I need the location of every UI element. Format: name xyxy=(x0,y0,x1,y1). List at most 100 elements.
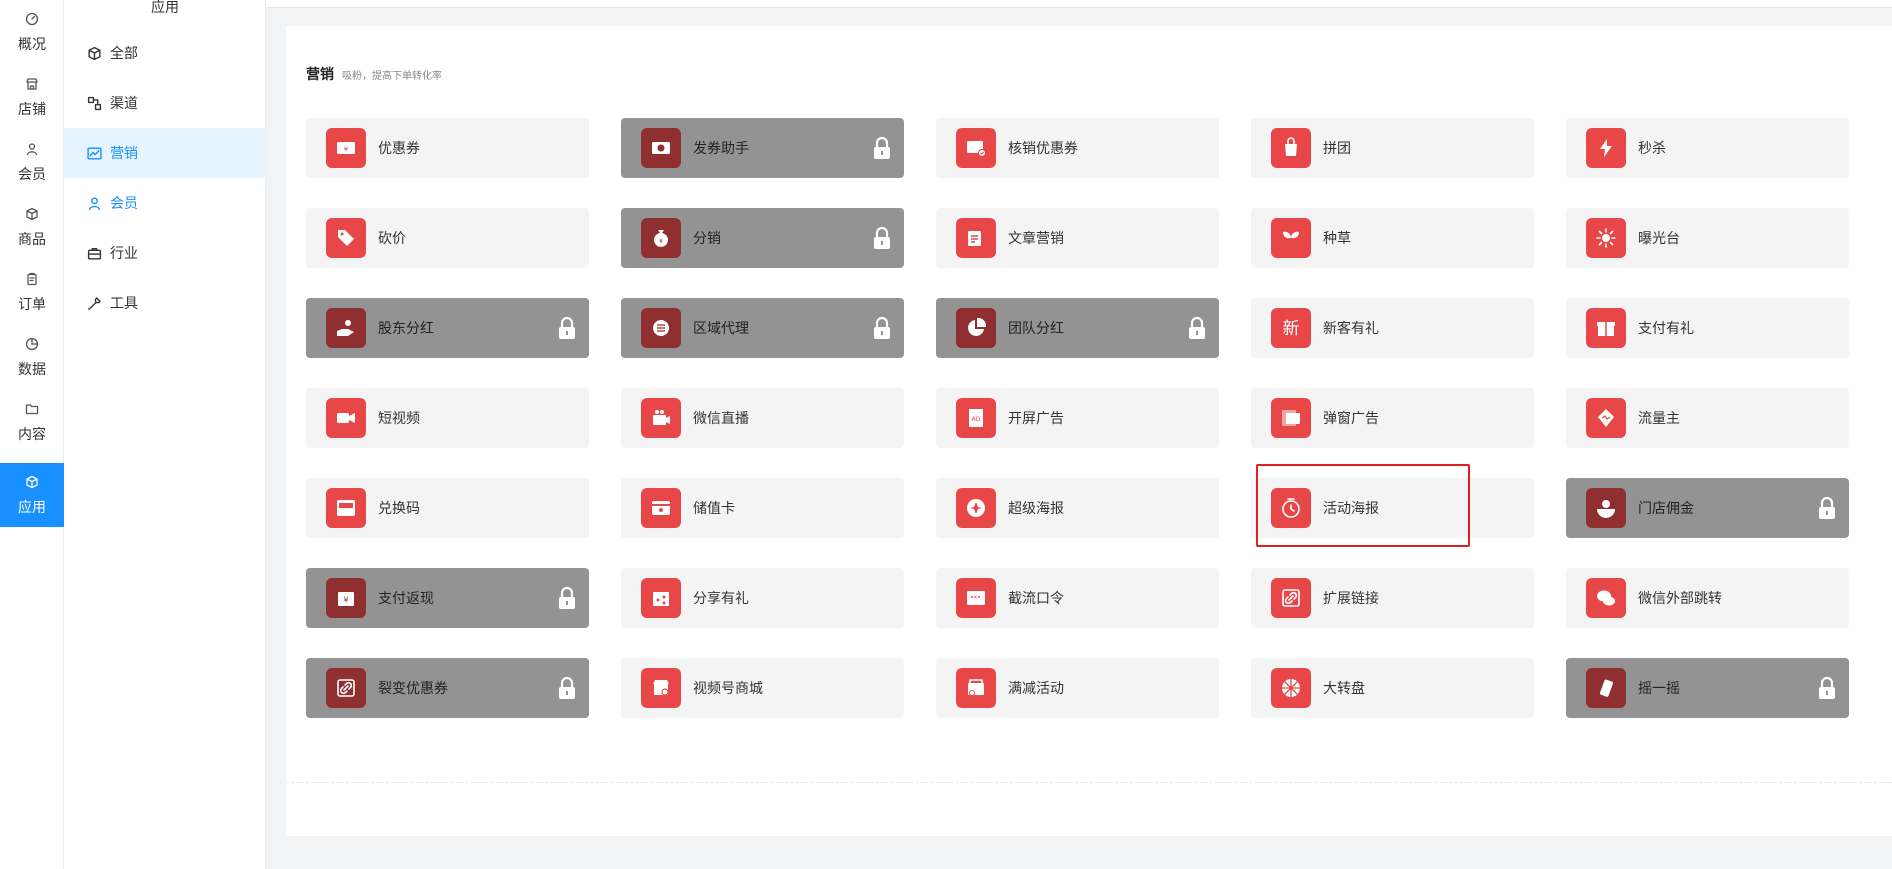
app-tile-label: 砍价 xyxy=(378,231,406,247)
app-tile-label: 支付有礼 xyxy=(1638,321,1694,337)
app-tile-label: 文章营销 xyxy=(1008,231,1064,247)
rail-item-8[interactable]: 应用 xyxy=(0,463,64,527)
sidebar-item-1[interactable]: 全部 xyxy=(64,28,266,78)
sidebar-item-6[interactable]: 工具 xyxy=(64,278,266,328)
app-tile[interactable]: 活动海报 xyxy=(1251,478,1534,538)
sun-icon xyxy=(1586,218,1626,258)
app-tile[interactable]: 砍价 xyxy=(306,208,589,268)
rail-item-4[interactable]: 商品 xyxy=(0,195,64,259)
rail-item-6[interactable]: 数据 xyxy=(0,325,64,389)
app-tile[interactable]: 发券助手 xyxy=(621,118,904,178)
cube-icon xyxy=(23,473,41,491)
app-tile[interactable]: 文章营销 xyxy=(936,208,1219,268)
app-tile-label: 支付返现 xyxy=(378,591,434,607)
app-tile[interactable]: 团队分红 xyxy=(936,298,1219,358)
app-tile-label: 分销 xyxy=(693,231,721,247)
app-tile[interactable]: 流量主 xyxy=(1566,388,1849,448)
svg-text:¥: ¥ xyxy=(343,596,348,605)
discount-icon xyxy=(956,668,996,708)
app-tile-label: 秒杀 xyxy=(1638,141,1666,157)
app-tile-label: 扩展链接 xyxy=(1323,591,1379,607)
traffic-icon xyxy=(1586,398,1626,438)
sidebar-item-5[interactable]: 行业 xyxy=(64,228,266,278)
rail-item-2[interactable]: 店铺 xyxy=(0,65,64,129)
sidebar-item-label: 行业 xyxy=(110,246,138,262)
briefcase-icon xyxy=(86,245,102,261)
app-tile-label: 发券助手 xyxy=(693,141,749,157)
clipboard-icon xyxy=(23,270,41,288)
app-tile[interactable]: 摇一摇 xyxy=(1566,658,1849,718)
app-tile[interactable]: 秒杀 xyxy=(1566,118,1849,178)
rail-item-label: 概况 xyxy=(18,37,46,53)
app-tile[interactable]: 弹窗广告 xyxy=(1251,388,1534,448)
lock-icon xyxy=(872,316,892,340)
cashback-icon: ¥ xyxy=(326,578,366,618)
user-icon xyxy=(23,140,41,158)
user-icon xyxy=(86,195,102,211)
app-tile[interactable]: 门店佣金 xyxy=(1566,478,1849,538)
wechat-icon xyxy=(1586,578,1626,618)
app-tile[interactable]: 核销优惠券 xyxy=(936,118,1219,178)
rail-item-3[interactable]: 会员 xyxy=(0,130,64,194)
app-tile[interactable]: 扩展链接 xyxy=(1251,568,1534,628)
app-tile[interactable]: 裂变优惠券 xyxy=(306,658,589,718)
channel-shop-icon xyxy=(641,668,681,708)
pie-icon xyxy=(23,335,41,353)
coupon-helper-icon xyxy=(641,128,681,168)
svg-text:¥: ¥ xyxy=(344,146,349,154)
sidebar-item-3[interactable]: 营销 xyxy=(64,128,266,178)
sidebar-item-4[interactable]: 会员 xyxy=(64,178,266,228)
dashboard-icon xyxy=(23,10,41,28)
app-tile[interactable]: ¥ 优惠券 xyxy=(306,118,589,178)
app-tile[interactable]: 短视频 xyxy=(306,388,589,448)
app-tile-label: 种草 xyxy=(1323,231,1351,247)
app-tile[interactable]: ¥ 支付返现 xyxy=(306,568,589,628)
app-tile-label: 摇一摇 xyxy=(1638,681,1680,697)
app-tile[interactable]: 拼团 xyxy=(1251,118,1534,178)
sprout-icon xyxy=(1271,218,1311,258)
sidebar-item-label: 工具 xyxy=(110,296,138,312)
rail-item-label: 商品 xyxy=(18,232,46,248)
app-tile-label: 优惠券 xyxy=(378,141,420,157)
sidebar-item-label: 全部 xyxy=(110,46,138,62)
app-tile[interactable]: 视频号商城 xyxy=(621,658,904,718)
sidebar-item-label: 渠道 xyxy=(110,96,138,112)
app-tile[interactable]: 截流口令 xyxy=(936,568,1219,628)
svg-text:新: 新 xyxy=(1283,319,1300,339)
app-tile[interactable]: 支付有礼 xyxy=(1566,298,1849,358)
lightning-icon xyxy=(1586,128,1626,168)
coupon-icon: ¥ xyxy=(326,128,366,168)
app-tile[interactable]: ¥ 分销 xyxy=(621,208,904,268)
rail-item-7[interactable]: 内容 xyxy=(0,390,64,454)
rail-item-label: 会员 xyxy=(18,167,46,183)
app-tile[interactable]: 种草 xyxy=(1251,208,1534,268)
secondary-sidebar: 应用 全部 渠道 营销 会员 行业 工具 xyxy=(64,0,266,869)
coins-stack-icon xyxy=(641,308,681,348)
app-tile-label: 储值卡 xyxy=(693,501,735,517)
sidebar-item-2[interactable]: 渠道 xyxy=(64,78,266,128)
app-tile[interactable]: 储值卡 xyxy=(621,478,904,538)
live-camera-icon xyxy=(641,398,681,438)
primary-nav-rail: 概况 店铺 会员 商品 订单 数据 内容 应用 xyxy=(0,0,64,869)
app-tile[interactable]: 微信直播 xyxy=(621,388,904,448)
divider xyxy=(286,782,1892,783)
app-tile[interactable]: 大转盘 xyxy=(1251,658,1534,718)
app-tile[interactable]: 股东分红 xyxy=(306,298,589,358)
app-tile[interactable]: AD 开屏广告 xyxy=(936,388,1219,448)
app-tile[interactable]: 兑换码 xyxy=(306,478,589,538)
app-tile-label: 裂变优惠券 xyxy=(378,681,448,697)
app-tile[interactable]: 曝光台 xyxy=(1566,208,1849,268)
app-tile[interactable]: 超级海报 xyxy=(936,478,1219,538)
app-tile-label: 大转盘 xyxy=(1323,681,1365,697)
rail-item-5[interactable]: 订单 xyxy=(0,260,64,324)
app-tile[interactable]: 满减活动 xyxy=(936,658,1219,718)
rail-item-label: 店铺 xyxy=(18,102,46,118)
hand-coins-icon xyxy=(326,308,366,348)
app-tile[interactable]: 新 新客有礼 xyxy=(1251,298,1534,358)
app-tile-label: 满减活动 xyxy=(1008,681,1064,697)
app-tile[interactable]: 分享有礼 xyxy=(621,568,904,628)
lock-icon xyxy=(872,136,892,160)
app-tile[interactable]: 微信外部跳转 xyxy=(1566,568,1849,628)
rail-item-1[interactable]: 概况 xyxy=(0,0,64,64)
app-tile[interactable]: 区域代理 xyxy=(621,298,904,358)
